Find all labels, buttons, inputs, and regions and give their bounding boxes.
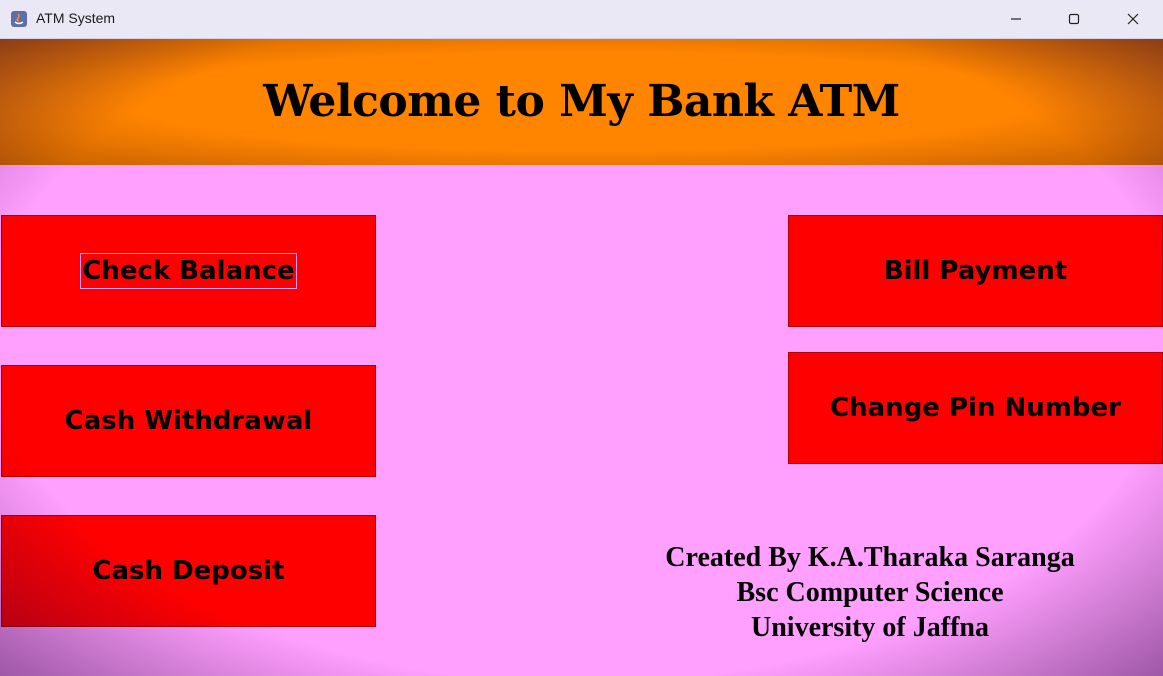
minimize-icon — [1011, 18, 1021, 20]
check-balance-button[interactable]: Check Balance — [1, 215, 376, 327]
cash-deposit-label: Cash Deposit — [92, 556, 285, 586]
welcome-header: Welcome to My Bank ATM — [0, 38, 1163, 165]
check-balance-label: Check Balance — [80, 253, 297, 289]
close-icon — [1127, 13, 1139, 25]
credits-degree: Bsc Computer Science — [736, 577, 1004, 608]
change-pin-label: Change Pin Number — [830, 393, 1121, 423]
bill-payment-label: Bill Payment — [883, 256, 1068, 286]
close-button[interactable] — [1104, 0, 1162, 38]
cash-deposit-button[interactable]: Cash Deposit — [1, 515, 376, 627]
credits-university: University of Jaffna — [751, 612, 989, 643]
java-app-icon — [10, 10, 28, 28]
cash-withdrawal-button[interactable]: Cash Withdrawal — [1, 365, 376, 477]
welcome-title: Welcome to My Bank ATM — [263, 76, 900, 127]
change-pin-button[interactable]: Change Pin Number — [788, 352, 1163, 464]
credits-block: Created By K.A.Tharaka Saranga Bsc Compu… — [600, 540, 1140, 645]
cash-withdrawal-label: Cash Withdrawal — [64, 406, 313, 436]
maximize-icon — [1068, 13, 1080, 25]
title-bar[interactable]: ATM System — [0, 0, 1163, 39]
minimize-button[interactable] — [987, 0, 1045, 38]
bill-payment-button[interactable]: Bill Payment — [788, 215, 1163, 327]
atm-window: ATM System Welcome to My Bank ATM Check … — [0, 0, 1163, 676]
maximize-button[interactable] — [1045, 0, 1103, 38]
credits-author: Created By K.A.Tharaka Saranga — [665, 542, 1075, 573]
window-title: ATM System — [36, 10, 116, 26]
